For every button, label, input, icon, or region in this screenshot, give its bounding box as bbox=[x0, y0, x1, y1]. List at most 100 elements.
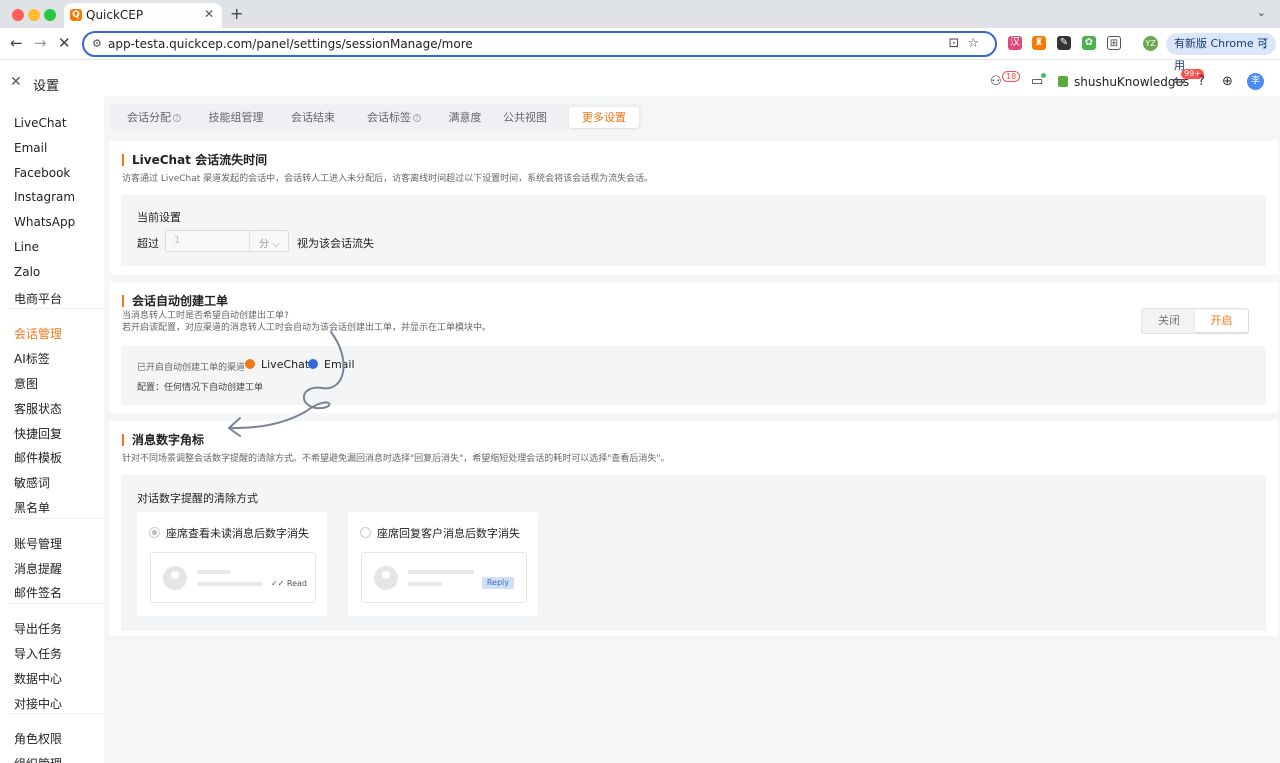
window-close-button[interactable] bbox=[12, 9, 24, 21]
sidebar-item[interactable]: 快捷回复 bbox=[14, 425, 62, 442]
sidebar-item[interactable]: AI标签 bbox=[14, 350, 50, 367]
option-reply-card[interactable]: 座席回复客户消息后数字消失 Reply bbox=[348, 512, 538, 616]
chevron-down-icon: ⌵ bbox=[272, 239, 280, 250]
avatar-placeholder-icon bbox=[163, 566, 187, 590]
extension-translate-icon[interactable]: 汉 bbox=[1008, 36, 1022, 50]
extension-orange-icon[interactable]: ♜ bbox=[1032, 36, 1046, 50]
tab-session-end[interactable]: 会话结束 bbox=[278, 107, 348, 128]
online-dot-icon bbox=[1041, 73, 1046, 78]
tab-public-views[interactable]: 公共视图 bbox=[494, 107, 556, 128]
agent-status-icon[interactable]: ⚇ bbox=[990, 74, 1002, 89]
tab-search-chevron-icon[interactable]: ⌄ bbox=[1257, 6, 1266, 19]
option-read-radio[interactable] bbox=[149, 527, 160, 538]
preview-line bbox=[197, 582, 263, 586]
browser-tab[interactable]: Q QuickCEP ✕ bbox=[64, 3, 222, 28]
language-globe-icon[interactable]: ⊕ bbox=[1222, 74, 1233, 89]
tab-skill-groups[interactable]: 技能组管理 bbox=[198, 107, 274, 128]
sidebar-item[interactable]: 会话管理 bbox=[14, 325, 62, 342]
sidebar-item[interactable]: 电商平台 bbox=[14, 290, 62, 307]
window-zoom-button[interactable] bbox=[44, 9, 56, 21]
profile-avatar[interactable]: YZ bbox=[1143, 36, 1158, 51]
tab-satisfaction[interactable]: 满意度 bbox=[440, 107, 490, 128]
workspace-name: shushuKnowledges bbox=[1074, 75, 1190, 89]
stop-loading-icon[interactable]: ✕ bbox=[58, 34, 71, 52]
loss-time-select[interactable]: 1 分 ⌵ bbox=[165, 230, 289, 252]
sidebar-item[interactable]: Line bbox=[14, 240, 39, 254]
reply-tag: Reply bbox=[481, 577, 514, 589]
tab-session-tags[interactable]: 会话标签? bbox=[352, 107, 436, 128]
reply-preview: Reply bbox=[361, 552, 527, 603]
sidebar-item[interactable]: 黑名单 bbox=[14, 499, 50, 516]
sidebar-item[interactable]: 账号管理 bbox=[14, 535, 62, 552]
sidebar-item[interactable]: 数据中心 bbox=[14, 670, 62, 687]
sidebar-item[interactable]: Instagram bbox=[14, 190, 75, 204]
preview-line bbox=[197, 570, 231, 574]
sidebar-item[interactable]: Zalo bbox=[14, 265, 40, 279]
workspace-switcher[interactable]: shushuKnowledges bbox=[1058, 75, 1189, 89]
sidebar-item[interactable]: Email bbox=[14, 141, 47, 155]
livechat-icon bbox=[245, 359, 255, 369]
option-read-card[interactable]: 座席查看未读消息后数字消失 ✓✓ Read bbox=[137, 512, 327, 616]
toggle-on-option[interactable]: 开启 bbox=[1195, 310, 1248, 332]
section-description-2: 若开启该配置，对应渠道的消息转人工时会自动为该会话创建出工单，并显示在工单模块中… bbox=[122, 323, 492, 333]
tab-session-assign[interactable]: 会话分配? bbox=[114, 107, 194, 128]
help-icon[interactable]: ? bbox=[1198, 74, 1205, 89]
more-vertical-icon[interactable]: ⋮ bbox=[1259, 33, 1270, 55]
option-read-label: 座席查看未读消息后数字消失 bbox=[166, 527, 309, 540]
tab-close-icon[interactable]: ✕ bbox=[204, 7, 214, 21]
agent-count-badge: 18 bbox=[1002, 71, 1021, 82]
read-tag: ✓✓ Read bbox=[270, 579, 307, 588]
option-reply-radio[interactable] bbox=[360, 527, 371, 538]
chrome-update-button[interactable]: 有新版 Chrome 可用 ⋮ bbox=[1166, 33, 1276, 72]
window-minimize-button[interactable] bbox=[28, 9, 40, 21]
new-tab-icon[interactable]: + bbox=[230, 4, 243, 23]
browser-tab-bar: Q QuickCEP ✕ + ⌄ bbox=[0, 0, 1280, 28]
sidebar-item[interactable]: 组织管理 bbox=[14, 755, 62, 763]
preview-line bbox=[408, 582, 442, 586]
section-description-1: 当消息转人工时是否希望自动创建出工单? bbox=[122, 311, 289, 321]
livechat-loss-time-section: LiveChat 会话流失时间 访客通过 LiveChat 渠道发起的会话中，会… bbox=[110, 141, 1278, 274]
sidebar-item[interactable]: 导入任务 bbox=[14, 645, 62, 662]
email-icon bbox=[308, 359, 318, 369]
extension-color-icon[interactable]: ✿ bbox=[1082, 36, 1096, 50]
forward-arrow-icon[interactable]: → bbox=[34, 34, 47, 52]
close-settings-icon[interactable]: ✕ bbox=[10, 74, 22, 90]
extensions-puzzle-icon[interactable]: ⊞ bbox=[1107, 36, 1121, 50]
bookmark-star-icon[interactable]: ⊡☆ bbox=[948, 36, 987, 51]
settings-tabs: 会话分配? 技能组管理 会话结束 会话标签? 满意度 公共视图 更多设置 bbox=[110, 104, 642, 129]
loss-time-value: 1 bbox=[174, 235, 181, 246]
sidebar-item[interactable]: 导出任务 bbox=[14, 620, 62, 637]
quickcep-favicon-icon: Q bbox=[70, 9, 82, 21]
sidebar-item[interactable]: 消息提醒 bbox=[14, 560, 62, 577]
sidebar-item[interactable]: 意图 bbox=[14, 375, 38, 392]
sidebar-divider bbox=[8, 517, 104, 519]
extension-eyedropper-icon[interactable]: ✎ bbox=[1057, 36, 1071, 50]
user-avatar[interactable]: 李 bbox=[1247, 73, 1264, 90]
channels-label: 已开启自动创建工单的渠道 bbox=[137, 363, 246, 373]
browser-toolbar: ← → ✕ ⚙ app-testa.quickcep.com/panel/set… bbox=[0, 28, 1280, 72]
toggle-off-option[interactable]: 关闭 bbox=[1142, 309, 1196, 333]
sidebar-item[interactable]: 客服状态 bbox=[14, 400, 62, 417]
sidebar-item[interactable]: LiveChat bbox=[14, 116, 67, 130]
sidebar-item[interactable]: 敏感词 bbox=[14, 474, 50, 491]
sidebar-divider bbox=[8, 713, 104, 715]
address-bar[interactable]: ⚙ app-testa.quickcep.com/panel/settings/… bbox=[82, 31, 997, 57]
sidebar-item[interactable]: WhatsApp bbox=[14, 215, 75, 229]
panel-title: 对话数字提醒的清除方式 bbox=[137, 492, 258, 505]
page-title: 设置 bbox=[33, 79, 60, 94]
current-setting-panel: 当前设置 超过 1 分 ⌵ 视为该会话流失 bbox=[121, 195, 1266, 266]
unit-select[interactable]: 分 ⌵ bbox=[259, 235, 280, 250]
auto-ticket-toggle[interactable]: 关闭 开启 bbox=[1141, 308, 1249, 334]
back-arrow-icon[interactable]: ← bbox=[10, 34, 23, 52]
sidebar-item[interactable]: 对接中心 bbox=[14, 695, 62, 712]
sidebar-item[interactable]: Facebook bbox=[14, 166, 70, 180]
auto-ticket-section: 会话自动创建工单 当消息转人工时是否希望自动创建出工单? 若开启该配置，对应渠道… bbox=[110, 282, 1278, 413]
sidebar-item[interactable]: 邮件签名 bbox=[14, 584, 62, 601]
read-preview: ✓✓ Read bbox=[150, 552, 316, 603]
section-title: LiveChat 会话流失时间 bbox=[122, 154, 267, 166]
sidebar-item[interactable]: 邮件模板 bbox=[14, 449, 62, 466]
sidebar-item[interactable]: 角色权限 bbox=[14, 730, 62, 747]
tab-title: QuickCEP bbox=[86, 8, 144, 22]
tab-more-settings[interactable]: 更多设置 bbox=[569, 107, 639, 128]
site-settings-icon[interactable]: ⚙ bbox=[92, 37, 102, 50]
